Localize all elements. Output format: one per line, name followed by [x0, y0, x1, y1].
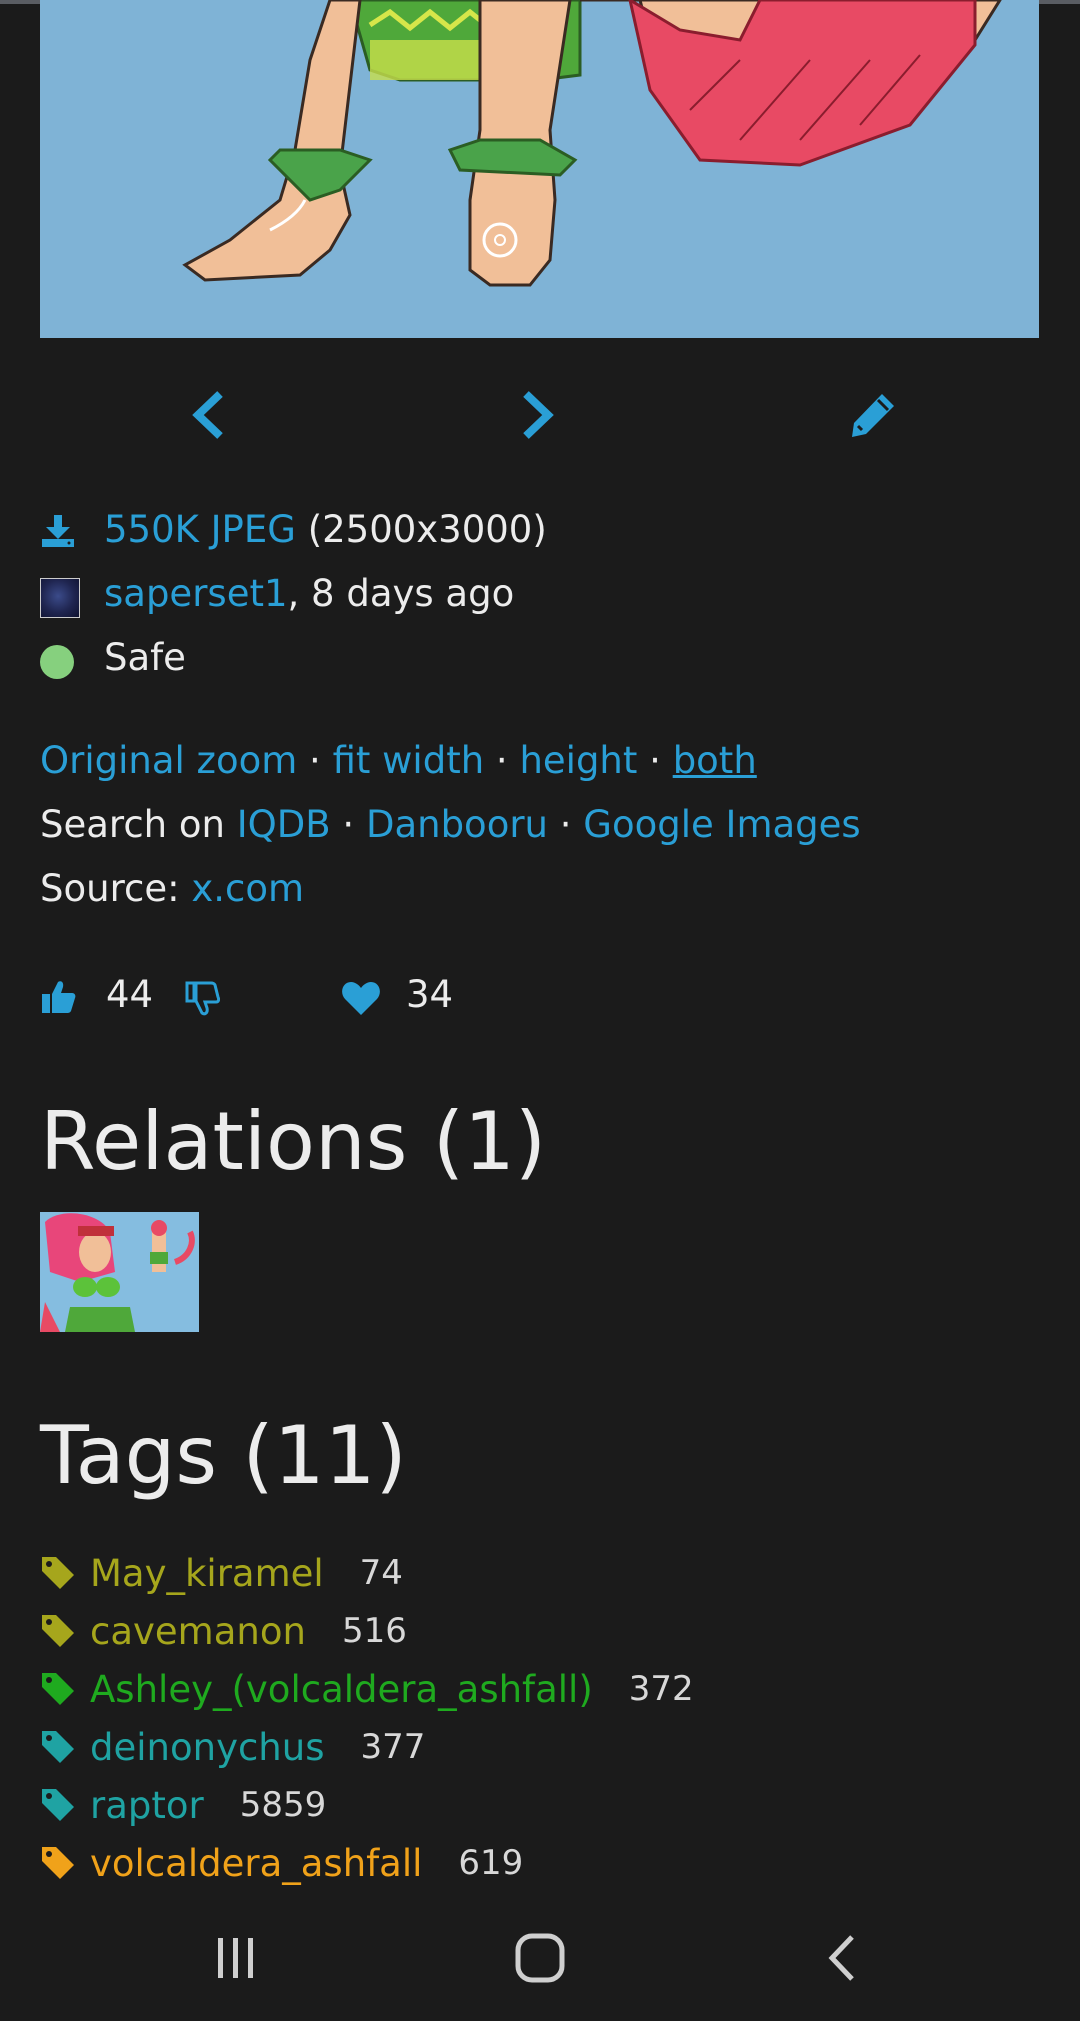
zoom-both-link[interactable]: both [673, 739, 757, 782]
zoom-fit-width-link[interactable]: fit width [333, 739, 485, 782]
tag-icon [42, 1731, 74, 1763]
tag-count: 74 [359, 1553, 403, 1593]
file-dimensions: (2500x3000) [307, 508, 547, 551]
tags-heading: Tags (11) [40, 1409, 407, 1502]
pencil-icon [852, 394, 894, 437]
source: Source: x.com [40, 867, 304, 911]
tag-row[interactable]: volcaldera_ashfall 619 [40, 1838, 523, 1888]
thumbs-down-icon[interactable] [184, 981, 220, 1017]
edit-post-button[interactable] [838, 380, 908, 450]
separator: · [548, 803, 584, 846]
tag-icon [42, 1557, 74, 1589]
tag-row[interactable]: Ashley_(volcaldera_ashfall) 372 [40, 1664, 694, 1714]
tag-count: 619 [458, 1843, 524, 1883]
zoom-height-link[interactable]: height [519, 739, 637, 782]
thumbs-up-icon[interactable] [40, 979, 76, 1015]
favorite-count: 34 [406, 973, 454, 1016]
tag-name-link[interactable]: Ashley_(volcaldera_ashfall) [90, 1668, 593, 1711]
recent-apps-icon [218, 1938, 253, 1978]
tag-row[interactable]: deinonychus 377 [40, 1722, 425, 1772]
tag-count: 377 [360, 1727, 426, 1767]
uploader-info: saperset1, 8 days ago [104, 572, 514, 616]
upvote-count: 44 [106, 973, 154, 1016]
prev-post-button[interactable] [173, 380, 243, 450]
tag-row[interactable]: cavemanon 516 [40, 1606, 407, 1656]
separator: · [330, 803, 366, 846]
source-link[interactable]: x.com [191, 867, 304, 910]
heart-icon[interactable] [340, 981, 382, 1017]
home-button[interactable] [500, 1918, 580, 1998]
search-iqdb-link[interactable]: IQDB [237, 803, 331, 846]
tag-row[interactable]: raptor 5859 [40, 1780, 326, 1830]
download-icon[interactable] [40, 513, 76, 549]
back-icon [828, 1935, 854, 1981]
tag-icon [42, 1673, 74, 1705]
tag-icon [42, 1847, 74, 1879]
post-navigation [0, 380, 1080, 450]
download-link[interactable]: 550K JPEG [104, 508, 296, 551]
circle-icon [40, 645, 74, 679]
source-label: Source: [40, 867, 192, 910]
next-post-button[interactable] [503, 380, 573, 450]
home-icon [515, 1933, 565, 1983]
tag-name-link[interactable]: raptor [90, 1784, 204, 1827]
tag-name-link[interactable]: deinonychus [90, 1726, 324, 1769]
related-post-thumbnail[interactable] [40, 1212, 199, 1332]
tag-row[interactable]: May_kiramel 74 [40, 1548, 403, 1598]
tag-count: 516 [341, 1611, 407, 1651]
system-navigation-bar [0, 1894, 1080, 2021]
tag-icon [42, 1615, 74, 1647]
upload-time: , 8 days ago [287, 572, 515, 615]
tag-name-link[interactable]: volcaldera_ashfall [90, 1842, 422, 1885]
tag-count: 372 [628, 1669, 694, 1709]
tag-name-link[interactable]: May_kiramel [90, 1552, 324, 1595]
relations-heading: Relations (1) [40, 1095, 547, 1188]
zoom-options: Original zoom · fit width · height · bot… [40, 739, 757, 783]
rating-label: Safe [104, 636, 186, 679]
tag-name-link[interactable]: cavemanon [90, 1610, 306, 1653]
uploader-link[interactable]: saperset1 [104, 572, 288, 615]
search-on: Search on IQDB · Danbooru · Google Image… [40, 803, 861, 847]
post-image[interactable] [40, 0, 1039, 338]
chevron-left-icon [192, 391, 223, 439]
zoom-original-link[interactable]: Original zoom [40, 739, 297, 782]
separator: · [484, 739, 520, 782]
recent-apps-button[interactable] [196, 1918, 276, 1998]
file-info: 550K JPEG (2500x3000) [104, 508, 547, 552]
back-button[interactable] [802, 1918, 882, 1998]
separator: · [297, 739, 333, 782]
search-google-link[interactable]: Google Images [583, 803, 860, 846]
chevron-right-icon [523, 391, 554, 439]
search-danbooru-link[interactable]: Danbooru [366, 803, 548, 846]
tag-icon [42, 1789, 74, 1821]
search-prefix: Search on [40, 803, 237, 846]
tag-count: 5859 [239, 1785, 327, 1825]
separator: · [637, 739, 673, 782]
uploader-avatar[interactable] [40, 578, 80, 618]
